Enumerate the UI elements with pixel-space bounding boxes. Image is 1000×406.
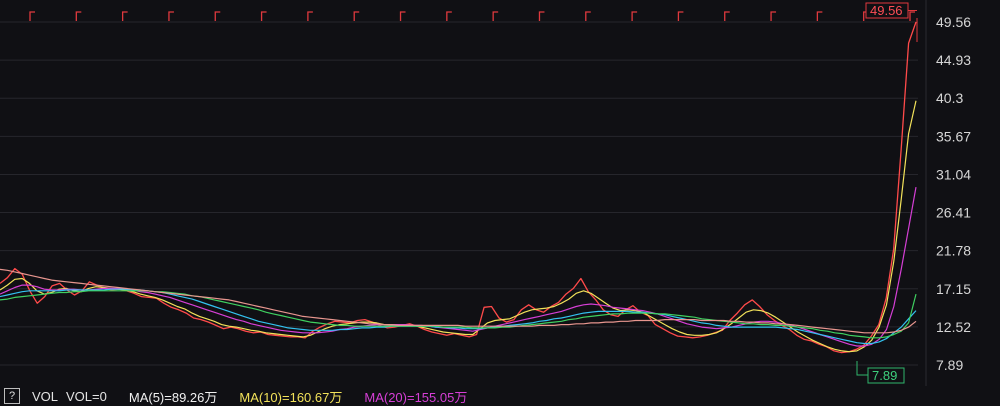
y-tick-label: 49.56 (936, 14, 971, 30)
ma10-value: MA(10)=160.67万 (239, 389, 343, 405)
event-flag[interactable] (29, 11, 35, 21)
event-flag[interactable] (168, 11, 174, 21)
event-flag[interactable] (214, 11, 221, 21)
indicator-bar: ? VOL VOL=0 MA(5)=89.26万 MA(10)=160.67万 … (0, 386, 1000, 406)
y-tick-label: 21.78 (936, 243, 971, 259)
event-flag[interactable] (816, 11, 823, 21)
event-flag[interactable] (631, 11, 638, 21)
vol-title[interactable]: VOL (32, 389, 58, 404)
low-marker-label: 7.89 (872, 368, 897, 383)
y-tick-label: 7.89 (936, 357, 963, 373)
price-series (0, 21, 917, 354)
y-tick-label: 31.04 (936, 166, 971, 182)
y-tick-label: 26.41 (936, 205, 971, 221)
event-flag[interactable] (260, 11, 267, 21)
event-flag[interactable] (353, 11, 360, 21)
event-flag[interactable] (446, 11, 452, 21)
y-axis: 49.56 44.93 40.3 35.67 31.04 26.41 21.78 17.15 1… (936, 14, 971, 373)
ma5-value: MA(5)=89.26万 (128, 389, 218, 405)
y-tick-label: 40.3 (936, 90, 963, 106)
event-flag[interactable] (585, 11, 591, 21)
event-flag[interactable] (909, 11, 915, 21)
event-flag[interactable] (399, 11, 406, 21)
event-flag[interactable] (492, 11, 499, 21)
event-flag[interactable] (538, 11, 545, 21)
vol-value: VOL=0 (66, 388, 107, 404)
low-marker-link (856, 361, 868, 376)
series-line-4 (0, 290, 917, 339)
high-marker-label: 49.56 (870, 3, 903, 18)
help-icon[interactable]: ? (4, 388, 20, 404)
y-tick-label: 44.93 (936, 52, 971, 68)
series-line-5 (0, 268, 917, 334)
price-chart[interactable]: 49.56 44.93 40.3 35.67 31.04 26.41 21.78 17.15 1… (0, 0, 1000, 386)
event-flag[interactable] (770, 11, 777, 21)
series-line-0 (0, 21, 917, 354)
y-tick-label: 17.15 (936, 281, 971, 297)
event-flag[interactable] (724, 11, 730, 21)
series-line-1 (0, 100, 917, 353)
event-flag[interactable] (677, 11, 684, 21)
y-tick-label: 35.67 (936, 128, 971, 144)
event-flag[interactable] (307, 11, 313, 21)
series-line-3 (0, 288, 917, 345)
event-flags (29, 11, 915, 21)
ma20-value: MA(20)=155.05万 (364, 389, 468, 405)
event-flag[interactable] (75, 11, 82, 21)
series-line-2 (0, 186, 917, 347)
y-tick-label: 12.52 (936, 319, 971, 335)
event-flag[interactable] (121, 11, 128, 21)
